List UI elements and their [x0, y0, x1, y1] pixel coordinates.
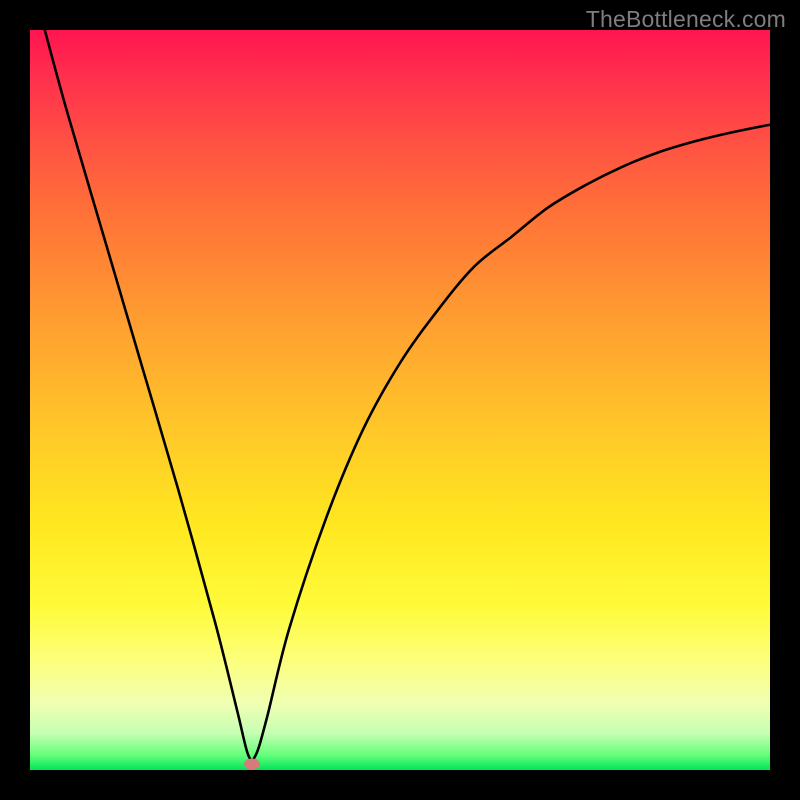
curve-svg [30, 30, 770, 770]
plot-area [30, 30, 770, 770]
watermark-text: TheBottleneck.com [586, 6, 786, 33]
chart-frame: TheBottleneck.com [0, 0, 800, 800]
bottleneck-curve-path [45, 30, 770, 760]
optimum-marker [244, 759, 260, 770]
